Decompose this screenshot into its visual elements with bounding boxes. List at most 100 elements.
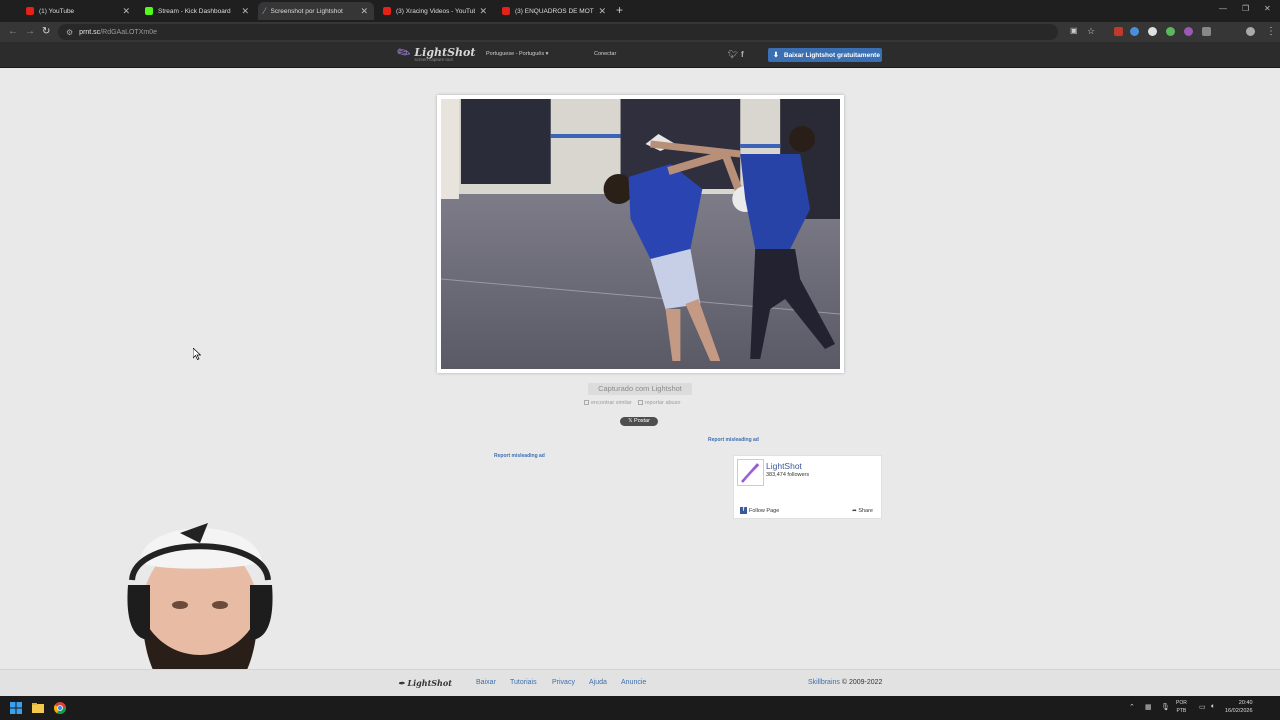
close-icon[interactable]: ✕: [598, 6, 606, 17]
extension-icon[interactable]: [1130, 27, 1139, 36]
new-tab-icon[interactable]: +: [616, 3, 623, 17]
close-icon[interactable]: ✕: [122, 6, 130, 17]
captured-with-lightshot-label: Capturado com Lightshot: [588, 383, 692, 395]
copyright: Skillbrains © 2009-2022: [808, 679, 882, 686]
back-icon[interactable]: ←: [8, 26, 18, 37]
footer-link-download[interactable]: Baixar: [476, 679, 496, 686]
image-actions: encontrar similar reportar abuso: [584, 400, 680, 406]
follow-page-label: Follow Page: [749, 507, 780, 514]
extension-icon[interactable]: [1148, 27, 1157, 36]
extension-icon[interactable]: [1184, 27, 1193, 36]
facebook-icon: f: [740, 507, 747, 514]
close-icon[interactable]: ✕: [479, 6, 487, 17]
tab-kick-dashboard[interactable]: Stream - Kick Dashboard ✕: [139, 2, 255, 20]
youtube-icon: [383, 7, 391, 15]
screenshot-image-frame: [437, 95, 844, 373]
system-clock[interactable]: 20:40 16/02/2026: [1225, 699, 1253, 715]
tab-label: Stream - Kick Dashboard: [158, 7, 231, 15]
footer-link-tutorials[interactable]: Tutoriais: [510, 679, 537, 686]
download-button-label: Baixar Lightshot gratuitamente: [783, 51, 880, 59]
report-abuse-link[interactable]: reportar abuso: [637, 400, 681, 406]
find-similar-link[interactable]: encontrar similar: [584, 400, 632, 406]
tab-youtube[interactable]: (1) YouTube ✕: [20, 2, 136, 20]
download-button[interactable]: ⬇ Baixar Lightshot gratuitamente: [768, 48, 882, 62]
chevron-down-icon: ▾: [545, 51, 549, 57]
search-image-icon: [584, 400, 589, 405]
report-misleading-ad-link[interactable]: Report misleading ad: [708, 437, 759, 443]
tab-label: (1) YouTube: [39, 7, 75, 15]
extension-icon[interactable]: [1166, 27, 1175, 36]
site-header: ✎ LightShot screen capture tool Portugue…: [0, 42, 1280, 68]
extension-icon[interactable]: [1114, 27, 1123, 36]
close-icon[interactable]: ✕: [360, 6, 368, 17]
post-label: Postar: [634, 418, 650, 424]
skillbrains-link[interactable]: Skillbrains: [808, 679, 840, 686]
chevron-up-icon[interactable]: ⌃: [1129, 703, 1135, 711]
volume-icon[interactable]: 🔈︎: [1211, 703, 1215, 711]
language-code: POR: [1176, 700, 1187, 706]
language-label: Portuguese - Português: [486, 51, 545, 57]
address-bar[interactable]: ⚙ prnt.sc /RdGAaLOTXm0e: [58, 24, 1058, 40]
file-explorer-icon[interactable]: [32, 702, 44, 714]
footer-logo[interactable]: ✒ LightShot: [398, 678, 452, 688]
tab-xracing[interactable]: (3) Xracing Videos - YouTube ✕: [377, 2, 493, 20]
follow-page-button[interactable]: f Follow Page: [740, 507, 779, 514]
footer-link-advertise[interactable]: Anuncie: [621, 679, 646, 686]
x-post-button[interactable]: 𝕏 Postar: [620, 417, 658, 426]
copyright-years: © 2009-2022: [841, 679, 883, 686]
flag-icon: [637, 400, 643, 405]
page-name[interactable]: LightShot: [766, 461, 802, 471]
download-icon: ⬇: [773, 52, 779, 59]
browser-toolbar: ← → ↻ ⚙ prnt.sc /RdGAaLOTXm0e ▣ ☆ ⋮: [0, 22, 1280, 42]
footer-link-help[interactable]: Ajuda: [589, 679, 607, 686]
tab-lightshot[interactable]: ⁄ Screenshot por Lightshot ✕: [258, 2, 374, 20]
windows-taskbar: ⌃ ▦ 🎙︎ POR PTB ▭ 🔈︎ 20:40 16/02/2026: [0, 696, 1280, 720]
screenshot-image[interactable]: [441, 99, 840, 369]
url-path: /RdGAaLOTXm0e: [100, 28, 157, 36]
extensions-puzzle-icon[interactable]: [1202, 27, 1211, 36]
network-icon[interactable]: ▭: [1199, 703, 1206, 711]
clock-time: 20:40: [1238, 700, 1253, 706]
facebook-icon[interactable]: f: [741, 50, 744, 59]
keyboard-layout: PTB: [1176, 708, 1187, 714]
find-similar-label: encontrar similar: [591, 400, 632, 406]
tab-enquadros[interactable]: (3) ENQUADROS DE MOTO (EP ✕: [496, 2, 612, 20]
browser-tab-strip: (1) YouTube ✕ Stream - Kick Dashboard ✕ …: [0, 0, 1280, 22]
mouse-cursor-icon: [193, 348, 201, 360]
restore-icon[interactable]: ❐: [1242, 4, 1249, 13]
footer-link-privacy[interactable]: Privacy: [552, 679, 575, 686]
report-misleading-ad-link[interactable]: Report misleading ad: [494, 453, 545, 459]
facebook-page-widget: LightShot 383,474 followers f Follow Pag…: [733, 455, 882, 519]
tray-app-icon[interactable]: ▦: [1145, 703, 1152, 711]
report-abuse-label: reportar abuso: [644, 400, 681, 406]
reload-icon[interactable]: ↻: [42, 26, 50, 37]
install-app-icon[interactable]: ▣: [1070, 26, 1078, 35]
close-icon[interactable]: ✕: [241, 6, 249, 17]
bookmark-star-icon[interactable]: ☆: [1087, 26, 1095, 37]
twitter-icon[interactable]: 🐦︎: [728, 50, 738, 59]
site-info-icon[interactable]: ⚙: [66, 28, 73, 37]
minimize-icon[interactable]: —: [1219, 4, 1227, 13]
window-close-icon[interactable]: ✕: [1264, 4, 1271, 13]
language-selector[interactable]: Portuguese - Português ▾: [486, 51, 548, 57]
chrome-icon[interactable]: [54, 702, 66, 714]
x-logo-icon: 𝕏: [628, 418, 633, 424]
profile-avatar-icon[interactable]: [1246, 27, 1255, 36]
follower-count: 383,474 followers: [766, 472, 810, 478]
forward-icon[interactable]: →: [25, 26, 35, 37]
feather-logo-icon: [741, 463, 760, 483]
language-indicator[interactable]: POR PTB: [1176, 699, 1187, 715]
tab-label: Screenshot por Lightshot: [270, 7, 343, 15]
site-logo[interactable]: ✎ LightShot screen capture tool: [394, 42, 475, 65]
youtube-icon: [26, 7, 34, 15]
menu-dots-icon[interactable]: ⋮: [1266, 26, 1276, 37]
clock-date: 16/02/2026: [1225, 708, 1253, 714]
feather-icon: ✎: [394, 42, 415, 65]
url-host: prnt.sc: [79, 28, 101, 36]
microphone-icon[interactable]: 🎙︎: [1161, 703, 1170, 711]
lightshot-page-avatar[interactable]: [737, 459, 764, 486]
connect-link[interactable]: Conectar: [594, 51, 616, 57]
share-button[interactable]: ➦ Share: [852, 508, 873, 514]
windows-start-icon[interactable]: [10, 702, 22, 714]
tab-label: (3) Xracing Videos - YouTube: [396, 7, 476, 15]
